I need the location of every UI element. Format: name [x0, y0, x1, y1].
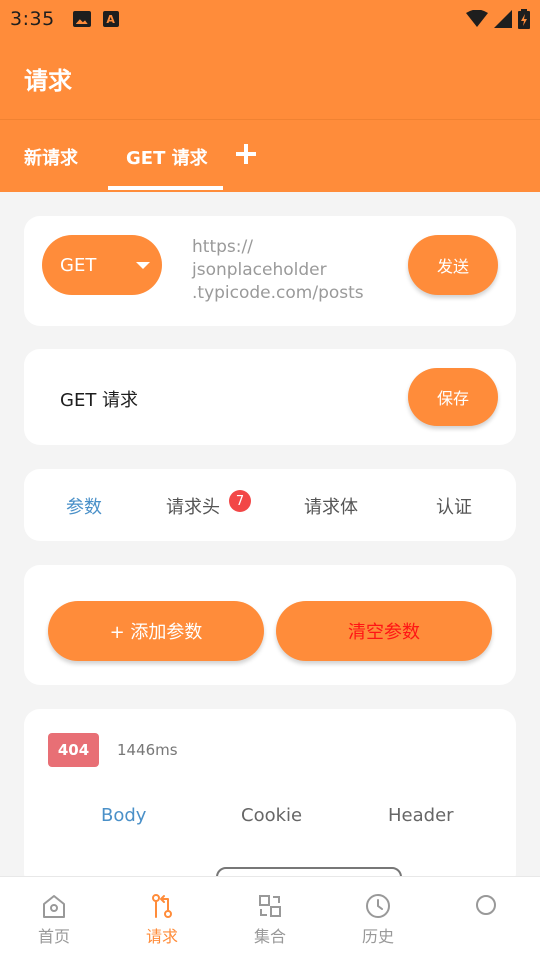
- page-title: 请求: [24, 67, 72, 95]
- request-icon: [152, 894, 172, 918]
- clear-params-button[interactable]: 清空参数: [276, 601, 492, 661]
- history-icon: [366, 894, 390, 918]
- request-name-card: GET 请求 保存: [24, 349, 516, 445]
- tab-body[interactable]: 请求体: [304, 493, 358, 519]
- method-value: GET: [60, 254, 97, 276]
- tab-response-cookie[interactable]: Cookie: [241, 805, 302, 826]
- add-param-button[interactable]: + 添加参数: [48, 601, 264, 661]
- status-notification-icons: A: [72, 11, 119, 27]
- tab-indicator: [108, 186, 223, 190]
- tab-response-body[interactable]: Body: [101, 805, 146, 826]
- save-button[interactable]: 保存: [408, 368, 498, 426]
- url-line: jsonplaceholder: [192, 260, 327, 280]
- headers-count-badge: 7: [229, 490, 251, 512]
- send-button[interactable]: 发送: [408, 235, 498, 295]
- response-time: 1446ms: [117, 741, 178, 759]
- nav-item-collection[interactable]: 集合: [240, 893, 300, 947]
- url-line: https://: [192, 237, 253, 257]
- tab-new-request[interactable]: 新请求: [24, 144, 78, 170]
- url-card: GET https:// jsonplaceholder .typicode.c…: [24, 216, 516, 326]
- nav-label: 请求: [145, 927, 178, 946]
- tab-auth[interactable]: 认证: [436, 493, 472, 519]
- status-bar: 3:35 A: [0, 0, 540, 38]
- status-system-icons: [466, 9, 530, 29]
- signal-icon: [494, 10, 512, 28]
- chevron-down-icon: [136, 262, 150, 269]
- tab-params[interactable]: 参数: [66, 493, 102, 519]
- add-tab-icon[interactable]: [234, 142, 258, 166]
- url-line: .typicode.com/posts: [192, 283, 364, 303]
- nav-label: 首页: [37, 927, 70, 946]
- tab-response-header[interactable]: Header: [388, 805, 454, 826]
- font-icon: A: [102, 11, 119, 27]
- request-tab-bar: 新请求 GET 请求: [0, 120, 540, 192]
- status-time: 3:35: [10, 8, 55, 30]
- params-card: + 添加参数 清空参数: [24, 565, 516, 685]
- url-input[interactable]: https:// jsonplaceholder .typicode.com/p…: [192, 236, 397, 305]
- collection-icon: [259, 895, 281, 917]
- status-badge: 404: [48, 733, 99, 767]
- wifi-icon: [466, 10, 488, 27]
- photo-icon: [72, 11, 91, 27]
- method-select[interactable]: GET: [42, 235, 162, 295]
- request-name-input[interactable]: GET 请求: [60, 386, 138, 412]
- app-bar: 请求: [0, 38, 540, 120]
- nav-label: 历史: [361, 927, 394, 946]
- nav-item-history[interactable]: 历史: [348, 893, 408, 947]
- response-card: 404 1446ms Body Cookie Header: [24, 709, 516, 897]
- bottom-nav: 首页 请求 集合 历史: [0, 876, 540, 960]
- nav-item-request[interactable]: 请求: [132, 893, 192, 947]
- home-icon: [43, 895, 65, 918]
- battery-icon: [518, 9, 530, 29]
- tab-headers[interactable]: 请求头: [166, 493, 220, 519]
- request-section-tabs: 参数 请求头 7 请求体 认证: [24, 469, 516, 541]
- nav-item-home[interactable]: 首页: [24, 893, 84, 947]
- nav-label: 集合: [253, 927, 286, 946]
- loading-spinner-icon: [476, 895, 496, 915]
- tab-get-request[interactable]: GET 请求: [126, 144, 208, 170]
